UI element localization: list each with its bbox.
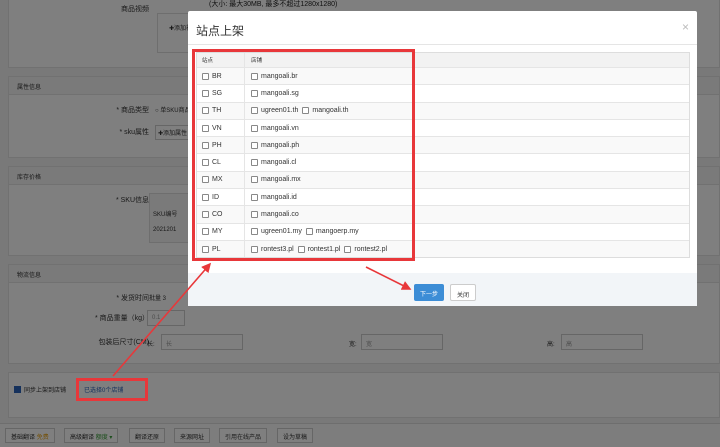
arrow-to-table — [112, 262, 212, 377]
arrow-to-next — [365, 266, 412, 290]
annotation-arrows — [112, 262, 412, 377]
